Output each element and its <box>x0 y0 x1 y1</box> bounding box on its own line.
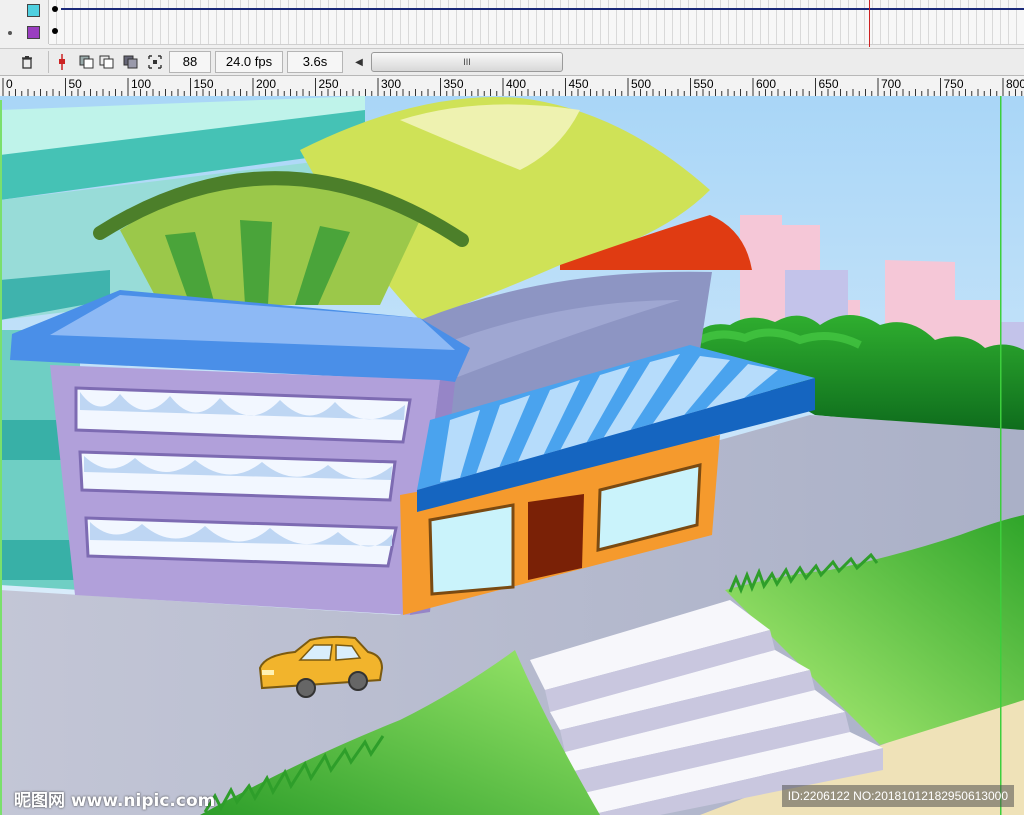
purple-building <box>10 290 470 615</box>
layer-row-1[interactable] <box>0 0 1024 23</box>
ruler-label: 750 <box>943 77 964 91</box>
scroll-left-arrow-icon[interactable]: ◀ <box>350 53 368 71</box>
layer-color-swatch[interactable] <box>27 4 40 17</box>
watermark-logo-text: 昵图网 www.nipic.com <box>14 791 216 811</box>
ruler-label: 500 <box>631 77 652 91</box>
ruler-label: 700 <box>881 77 902 91</box>
ruler-label: 0 <box>6 77 13 91</box>
frame-rate-field[interactable]: 24.0 fps <box>215 51 283 73</box>
layer-color-swatch[interactable] <box>27 26 40 39</box>
onion-outline-icon[interactable] <box>98 53 116 71</box>
watermark-id-text: ID:2206122 NO:20181012182950613000 <box>781 785 1014 807</box>
ruler-label: 600 <box>756 77 777 91</box>
layer-visibility-dot[interactable] <box>8 31 12 35</box>
layer-row-2[interactable] <box>0 22 1024 45</box>
edit-multiple-frames-icon[interactable] <box>122 53 140 71</box>
ruler-label: 200 <box>256 77 277 91</box>
ruler-label: 100 <box>131 77 152 91</box>
layer-gutter <box>0 22 49 44</box>
stage-boundary-line <box>1000 96 1002 815</box>
ruler-label: 150 <box>193 77 214 91</box>
keyframe-dot[interactable] <box>52 28 58 34</box>
ruler-label: 300 <box>381 77 402 91</box>
ruler-label: 250 <box>318 77 339 91</box>
frame-track[interactable] <box>49 22 1024 45</box>
onion-skin-icon[interactable] <box>78 53 96 71</box>
stage-canvas[interactable] <box>0 96 1024 815</box>
modify-markers-icon[interactable] <box>146 53 164 71</box>
horizontal-ruler: 0 50 100 150 200 250 300 350 400 450 500 550 600 650 7… <box>0 76 1024 97</box>
tween-line <box>61 8 1024 10</box>
ruler-label: 350 <box>443 77 464 91</box>
ruler-label: 650 <box>818 77 839 91</box>
elapsed-time-field[interactable]: 3.6s <box>287 51 343 73</box>
horizontal-scroll-thumb[interactable]: III <box>371 52 563 72</box>
ruler-label: 800 <box>1006 77 1024 91</box>
frame-track[interactable] <box>49 0 1024 23</box>
ruler-label: 550 <box>693 77 714 91</box>
timeline-panel: 88 24.0 fps 3.6s ◀ III <box>0 0 1024 76</box>
timeline-toolbar: 88 24.0 fps 3.6s ◀ III <box>0 48 1024 76</box>
ruler-label: 400 <box>506 77 527 91</box>
trash-icon[interactable] <box>18 53 36 71</box>
playhead-marker[interactable] <box>869 0 870 47</box>
toolbar-divider <box>48 51 49 73</box>
ruler-label: 50 <box>68 77 82 91</box>
ruler-label: 450 <box>568 77 589 91</box>
current-frame-field[interactable]: 88 <box>169 51 211 73</box>
stage-illustration <box>0 96 1024 815</box>
keyframe-dot[interactable] <box>52 6 58 12</box>
layer-gutter <box>0 0 49 22</box>
center-frame-icon[interactable] <box>53 53 71 71</box>
